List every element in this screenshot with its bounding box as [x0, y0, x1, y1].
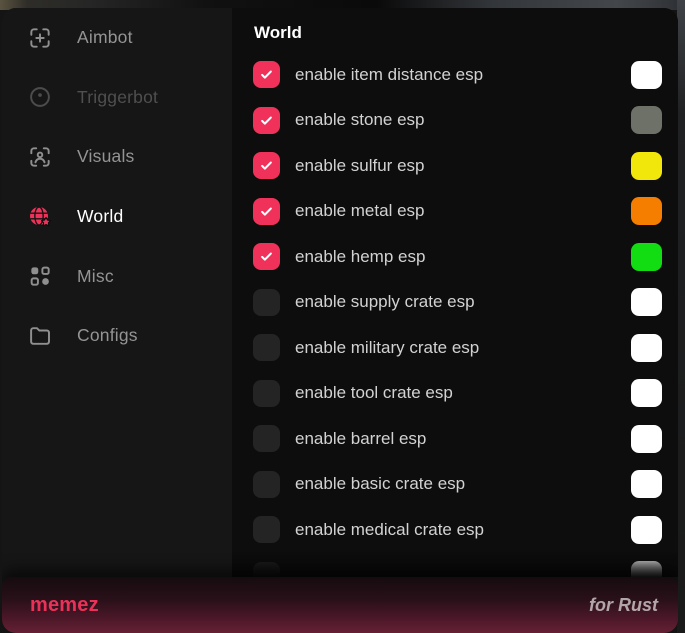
esp-row-label: enable hemp esp — [295, 247, 631, 267]
esp-row: enable metal esp — [253, 189, 662, 235]
tagline-text: for Rust — [589, 595, 658, 616]
esp-color-swatch[interactable] — [631, 197, 662, 225]
esp-color-swatch[interactable] — [631, 334, 662, 362]
esp-row-label: enable sulfur esp — [295, 156, 631, 176]
esp-row: enable item distance esp — [253, 52, 662, 98]
esp-row: enable stone esp — [253, 98, 662, 144]
esp-checkbox[interactable] — [253, 289, 280, 316]
esp-row-label: enable item distance esp — [295, 65, 631, 85]
esp-checkbox[interactable] — [253, 107, 280, 134]
sidebar-item-label: Aimbot — [77, 27, 133, 48]
panel-title: World — [254, 23, 678, 43]
esp-color-swatch[interactable] — [631, 243, 662, 271]
esp-row-label: enable metal esp — [295, 201, 631, 221]
sidebar-item-visuals[interactable]: Visuals — [2, 127, 232, 187]
esp-row — [253, 553, 662, 578]
esp-row: enable military crate esp — [253, 325, 662, 371]
esp-row-label: enable stone esp — [295, 110, 631, 130]
desktop-background-edge — [677, 0, 685, 633]
esp-row: enable supply crate esp — [253, 280, 662, 326]
sidebar-item-label: Misc — [77, 266, 114, 287]
esp-checkbox[interactable] — [253, 562, 280, 577]
esp-color-swatch[interactable] — [631, 470, 662, 498]
esp-checkbox[interactable] — [253, 516, 280, 543]
esp-row: enable medical crate esp — [253, 507, 662, 553]
window-content: Aimbot Triggerbot Visuals World Misc Con… — [2, 8, 678, 577]
sidebar-item-aimbot[interactable]: Aimbot — [2, 8, 232, 68]
esp-row: enable basic crate esp — [253, 462, 662, 508]
esp-color-swatch[interactable] — [631, 425, 662, 453]
esp-color-swatch[interactable] — [631, 106, 662, 134]
circle-dot-icon — [27, 84, 53, 110]
esp-color-swatch[interactable] — [631, 152, 662, 180]
esp-checkbox[interactable] — [253, 380, 280, 407]
folder-icon — [27, 323, 53, 349]
esp-color-swatch[interactable] — [631, 288, 662, 316]
esp-row: enable tool crate esp — [253, 371, 662, 417]
sidebar-item-configs[interactable]: Configs — [2, 306, 232, 366]
esp-row-label: enable barrel esp — [295, 429, 631, 449]
esp-checkbox[interactable] — [253, 425, 280, 452]
esp-checkbox[interactable] — [253, 243, 280, 270]
cheat-menu-window: Aimbot Triggerbot Visuals World Misc Con… — [2, 8, 678, 633]
user-scan-icon — [27, 144, 53, 170]
esp-row-label: enable medical crate esp — [295, 520, 631, 540]
esp-row-label: enable tool crate esp — [295, 383, 631, 403]
esp-color-swatch[interactable] — [631, 561, 662, 577]
esp-row-label: enable basic crate esp — [295, 474, 631, 494]
esp-color-swatch[interactable] — [631, 61, 662, 89]
crosshair-scan-icon — [27, 25, 53, 51]
sidebar: Aimbot Triggerbot Visuals World Misc Con… — [2, 8, 232, 577]
esp-color-swatch[interactable] — [631, 516, 662, 544]
esp-settings-list: enable item distance esp enable stone es… — [253, 52, 678, 577]
sidebar-item-label: Triggerbot — [77, 87, 158, 108]
esp-color-swatch[interactable] — [631, 379, 662, 407]
esp-checkbox[interactable] — [253, 61, 280, 88]
footer-bar: memez for Rust — [2, 577, 678, 633]
esp-checkbox[interactable] — [253, 198, 280, 225]
esp-row: enable barrel esp — [253, 416, 662, 462]
grid-icon — [27, 263, 53, 289]
sidebar-item-triggerbot[interactable]: Triggerbot — [2, 68, 232, 128]
esp-row-label: enable supply crate esp — [295, 292, 631, 312]
sidebar-item-label: Visuals — [77, 146, 135, 167]
esp-row: enable hemp esp — [253, 234, 662, 280]
esp-checkbox[interactable] — [253, 152, 280, 179]
globe-star-icon — [27, 204, 53, 230]
brand-text: memez — [30, 594, 99, 617]
sidebar-item-world[interactable]: World — [2, 187, 232, 247]
sidebar-item-misc[interactable]: Misc — [2, 246, 232, 306]
esp-checkbox[interactable] — [253, 334, 280, 361]
esp-row: enable sulfur esp — [253, 143, 662, 189]
esp-checkbox[interactable] — [253, 471, 280, 498]
sidebar-item-label: Configs — [77, 325, 138, 346]
esp-row-label: enable military crate esp — [295, 338, 631, 358]
sidebar-item-label: World — [77, 206, 123, 227]
world-panel: World enable item distance esp enable st… — [232, 8, 678, 577]
